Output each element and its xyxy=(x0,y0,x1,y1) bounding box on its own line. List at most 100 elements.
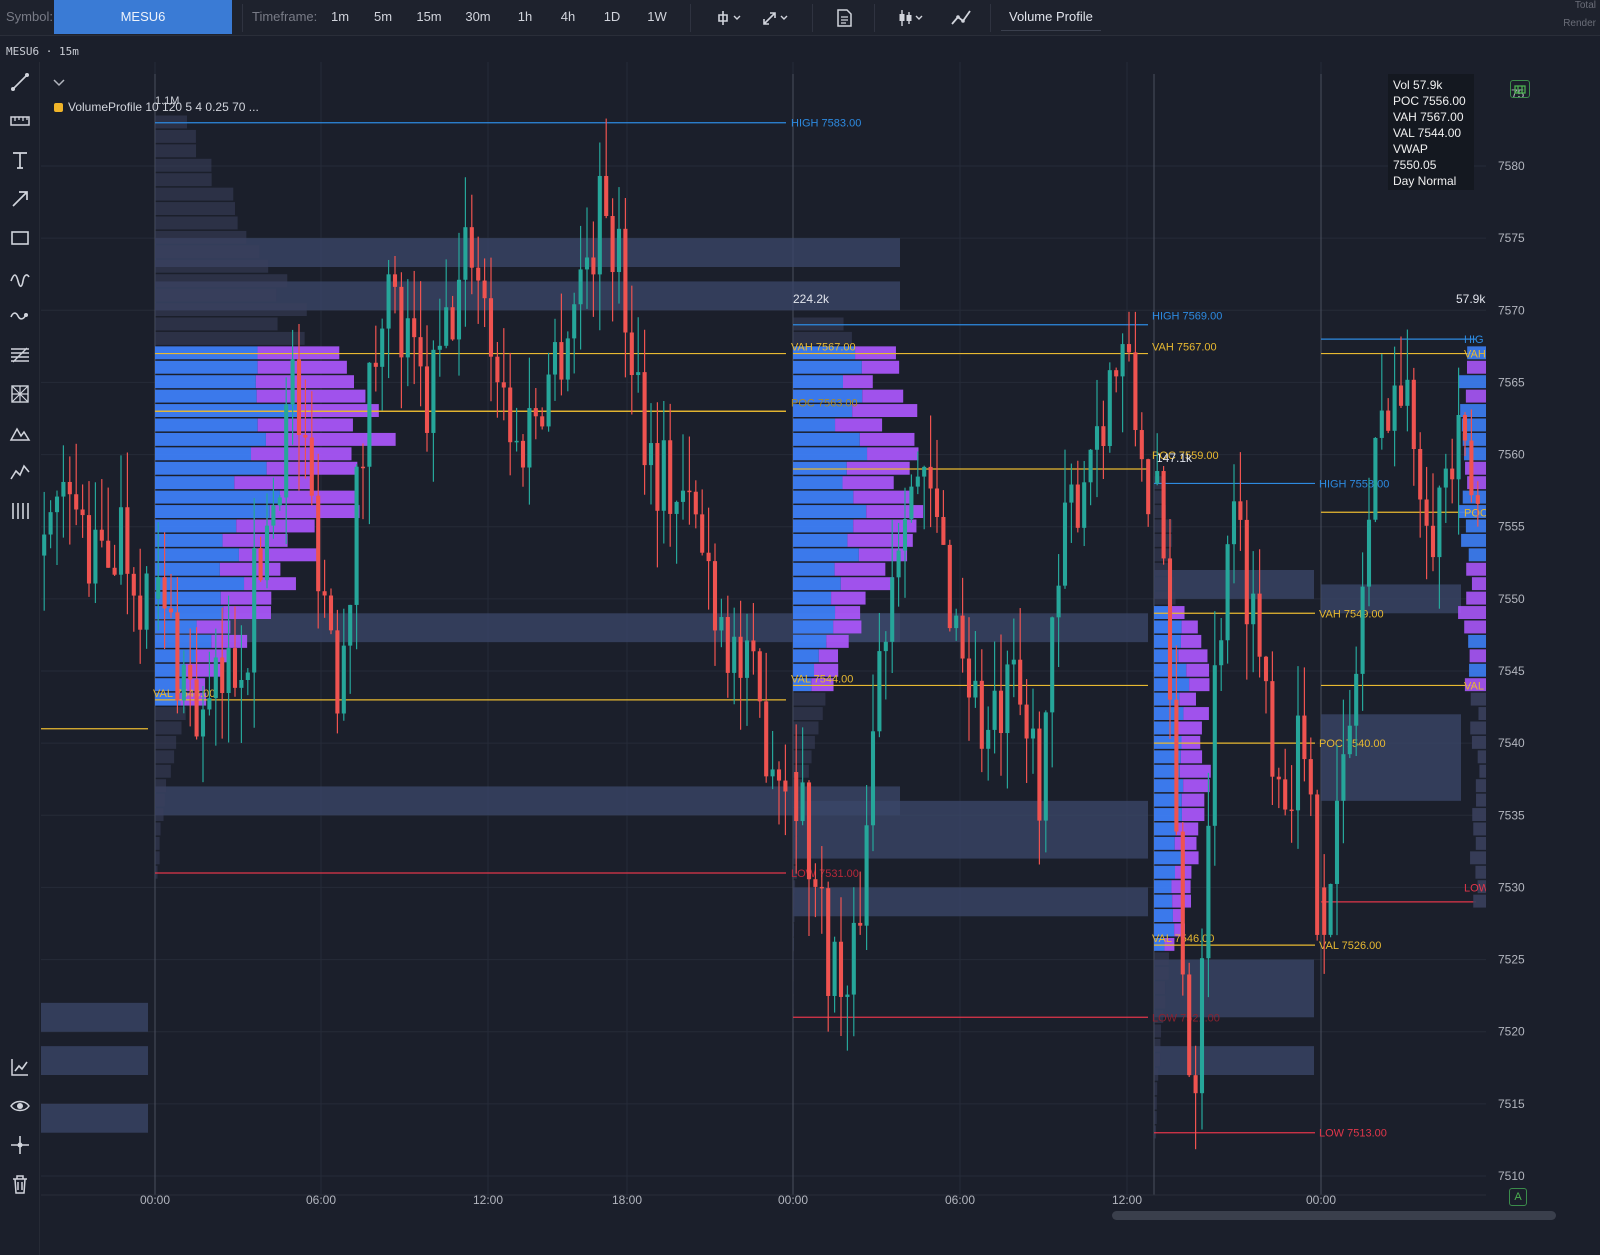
indicators-panel-tool[interactable] xyxy=(6,1053,34,1081)
candle-body xyxy=(1443,468,1448,488)
volume-profile-bar-outside xyxy=(155,779,167,793)
volume-profile-bar-outside xyxy=(155,259,269,273)
volume-profile-bar-buy xyxy=(155,375,256,389)
volume-profile-bar-sell xyxy=(862,389,904,403)
eye-icon xyxy=(10,1100,30,1112)
arrow-tool[interactable] xyxy=(6,185,34,213)
candle-body xyxy=(896,550,901,578)
time-scrollbar[interactable] xyxy=(1112,1211,1556,1220)
candle-body xyxy=(1219,640,1224,666)
fibonacci-tool[interactable] xyxy=(6,341,34,369)
volume-profile-bar-outside xyxy=(155,202,235,215)
candle-body xyxy=(213,657,218,699)
timeframe-1m-button[interactable]: 1m xyxy=(330,0,350,34)
candle-body xyxy=(776,769,782,781)
volume-profile-bar-buy xyxy=(155,519,237,533)
volume-profile-bar-outside xyxy=(793,923,794,937)
price-chart[interactable]: VAL 7543.001.1M224.2kHIGH 7583.00VAH 756… xyxy=(41,62,1558,1255)
candle-body xyxy=(1462,414,1468,441)
wave-icon xyxy=(10,274,30,288)
supply-demand-zone xyxy=(41,1002,148,1032)
volume-profile-bar-outside xyxy=(155,187,234,201)
chart-canvas[interactable]: VAL 7543.001.1M224.2kHIGH 7583.00VAH 756… xyxy=(41,62,1558,1255)
path-tool[interactable] xyxy=(6,302,34,330)
timeframe-4h-button[interactable]: 4h xyxy=(558,0,578,34)
candle-body xyxy=(1082,482,1087,528)
gann-tool[interactable] xyxy=(6,380,34,408)
volume-profile-bar-buy xyxy=(793,548,859,562)
crosshair-mode-button[interactable] xyxy=(716,7,746,29)
low-label: LOW xyxy=(1464,882,1490,894)
text-tool[interactable] xyxy=(6,146,34,174)
volume-profile-bar-sell xyxy=(840,577,894,591)
candle-body xyxy=(360,466,366,469)
volume-profile-bar-buy xyxy=(793,447,868,461)
candle-body xyxy=(1283,779,1288,810)
candle-body xyxy=(444,307,449,346)
candle-body xyxy=(1411,379,1416,449)
visibility-tool[interactable] xyxy=(6,1092,34,1120)
rectangle-tool[interactable] xyxy=(6,224,34,252)
timeframe-1h-button[interactable]: 1h xyxy=(515,0,535,34)
indicators-button[interactable] xyxy=(950,7,972,29)
volume-profile-bar-outside xyxy=(1154,1096,1157,1110)
trend-line-tool[interactable] xyxy=(6,68,34,96)
price-tick-label: 7560 xyxy=(1498,448,1525,462)
time-tick-label: 12:00 xyxy=(1112,1193,1142,1207)
price-tick-label: 7520 xyxy=(1498,1025,1525,1039)
volume-profile-bar-buy xyxy=(1154,620,1182,634)
candle-body xyxy=(1424,499,1429,526)
candle-body xyxy=(373,362,378,367)
elliott-wave-tool[interactable] xyxy=(6,458,34,486)
delete-drawings-tool[interactable] xyxy=(6,1170,34,1198)
high-label: HIGH 7558.00 xyxy=(1319,478,1389,490)
timeframe-1d-button[interactable]: 1D xyxy=(601,0,623,34)
symbol-selector-button[interactable]: MESU6 xyxy=(54,0,232,34)
candle-body xyxy=(296,359,302,435)
candle-body xyxy=(1430,525,1436,558)
volume-profile-bar xyxy=(1466,562,1486,576)
pattern-tool[interactable] xyxy=(6,419,34,447)
volume-profile-bar-outside xyxy=(155,303,307,316)
poc-label: POC xyxy=(1464,507,1488,519)
notes-button[interactable] xyxy=(834,7,854,29)
crosshair-tool[interactable] xyxy=(6,1131,34,1159)
candle-body xyxy=(1366,519,1372,587)
candle-body xyxy=(986,729,991,749)
volume-profile-bar-sell xyxy=(834,562,886,576)
volume-profile-bar-buy xyxy=(1154,836,1175,850)
auto-scale-button[interactable]: A xyxy=(1509,1188,1527,1206)
volume-profile-button[interactable]: Volume Profile xyxy=(1001,3,1101,31)
candle-body xyxy=(572,304,577,339)
brush-tool[interactable] xyxy=(6,263,34,291)
timeframe-30m-button[interactable]: 30m xyxy=(462,0,494,34)
candle-body xyxy=(1231,501,1237,545)
measure-tool[interactable] xyxy=(6,107,34,135)
time-tick-label: 06:00 xyxy=(945,1193,975,1207)
candle-body xyxy=(1018,659,1023,705)
candle-body xyxy=(636,372,641,376)
cycle-lines-tool[interactable] xyxy=(6,497,34,525)
chart-type-button[interactable] xyxy=(896,7,928,29)
indicator-legend[interactable]: VolumeProfile 10 120 5 4 0.25 70 ... xyxy=(54,100,259,114)
volume-profile-bar-sell xyxy=(1174,836,1197,850)
scale-mode-button[interactable] xyxy=(760,7,794,29)
volume-profile-bar-outside xyxy=(155,707,186,720)
volume-profile-bar xyxy=(1475,779,1486,793)
timeframe-5m-button[interactable]: 5m xyxy=(372,0,394,34)
timeframe-1w-button[interactable]: 1W xyxy=(644,0,670,34)
candle-body xyxy=(488,298,494,357)
candle-body xyxy=(232,648,238,688)
volume-profile-bar-buy xyxy=(1154,909,1173,922)
timeframe-15m-button[interactable]: 15m xyxy=(414,0,444,34)
volume-toggle-badge[interactable] xyxy=(1510,80,1530,98)
volume-profile-bar-sell xyxy=(1177,721,1202,735)
volume-profile-bar-sell xyxy=(1183,707,1209,720)
candle-body xyxy=(437,345,442,350)
supply-demand-zone xyxy=(41,1046,148,1075)
volume-profile-bar-outside xyxy=(155,129,196,143)
collapse-legend-button[interactable] xyxy=(52,76,66,90)
session-volume-label: 147.1k xyxy=(1156,451,1193,465)
price-tick-label: 7565 xyxy=(1498,375,1525,389)
candle-body xyxy=(1450,468,1455,480)
